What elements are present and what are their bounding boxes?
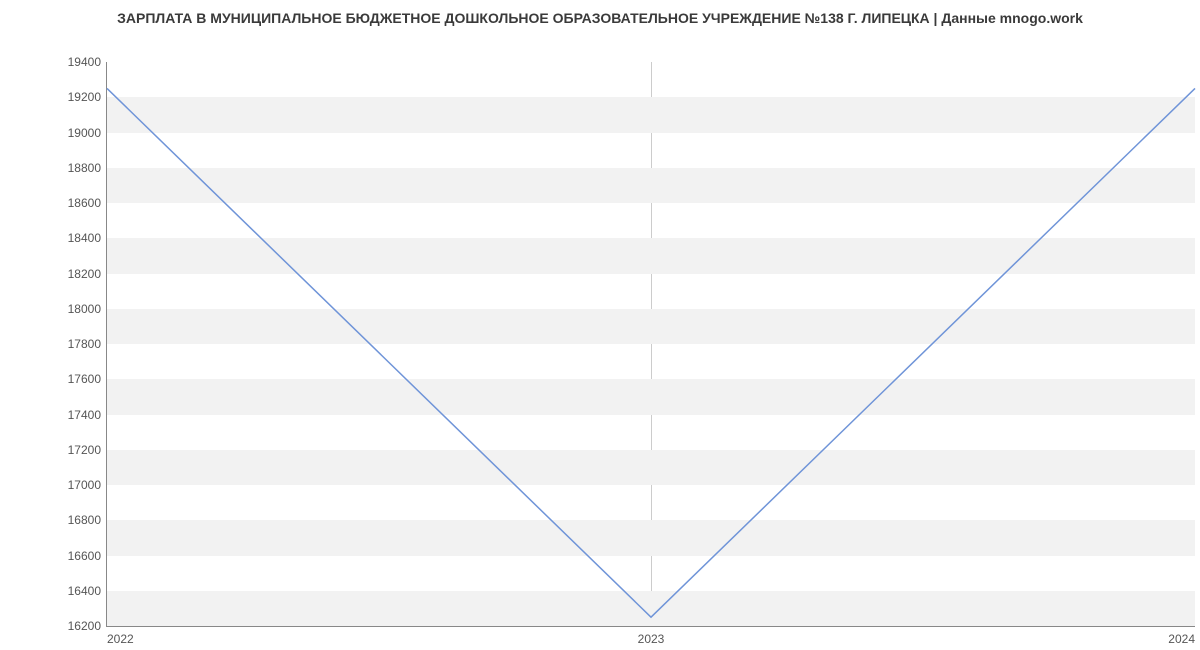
y-tick-label: 16200	[68, 619, 107, 633]
y-tick-label: 16400	[68, 584, 107, 598]
y-tick-label: 18200	[68, 267, 107, 281]
x-tick-label: 2024	[1168, 626, 1195, 646]
y-tick-label: 17200	[68, 443, 107, 457]
y-tick-label: 18800	[68, 161, 107, 175]
chart-area: 16200 16400 16600 16800 17000 17200 17400 17600…	[0, 30, 1200, 650]
plot-region: 1620016400166001680017000172001740017600…	[106, 62, 1195, 627]
y-tick-label: 17800	[68, 337, 107, 351]
x-tick-label: 2023	[638, 626, 665, 646]
line-series	[107, 62, 1195, 626]
y-tick-label: 16600	[68, 549, 107, 563]
y-tick-label: 19200	[68, 90, 107, 104]
chart-title: ЗАРПЛАТА В МУНИЦИПАЛЬНОЕ БЮДЖЕТНОЕ ДОШКО…	[0, 0, 1200, 30]
y-tick-label: 17000	[68, 478, 107, 492]
y-tick-label: 16800	[68, 513, 107, 527]
y-tick-label: 18600	[68, 196, 107, 210]
y-tick-label: 18400	[68, 231, 107, 245]
x-tick-label: 2022	[107, 626, 134, 646]
y-tick-label: 17400	[68, 408, 107, 422]
y-tick-label: 18000	[68, 302, 107, 316]
y-tick-label: 19400	[68, 55, 107, 69]
y-tick-label: 19000	[68, 126, 107, 140]
y-tick-label: 17600	[68, 372, 107, 386]
